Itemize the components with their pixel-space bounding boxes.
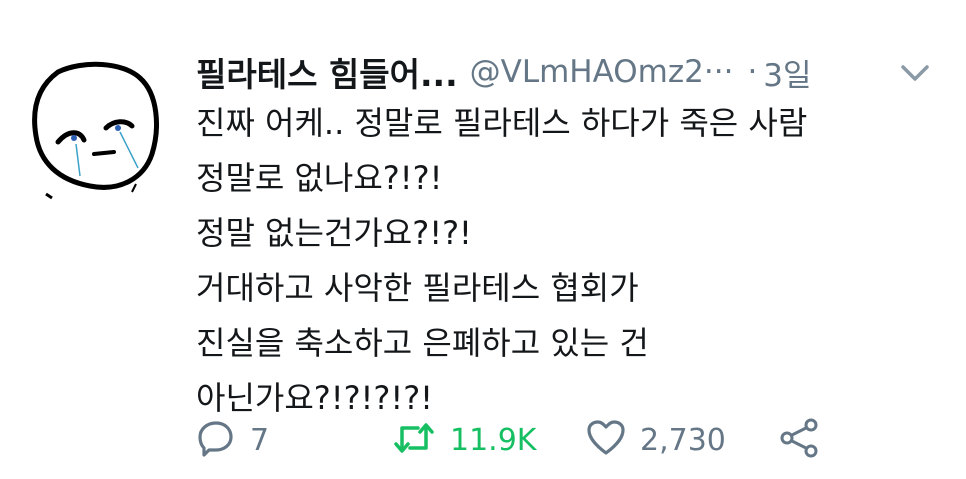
separator-dot: · xyxy=(747,54,758,90)
share-button[interactable] xyxy=(778,416,822,464)
chevron-down-icon[interactable] xyxy=(898,60,932,86)
tweet-actions: 7 11.9K 2,730 xyxy=(196,416,876,464)
tweet-header: 필라테스 힘들어... @VLmHAOmz2··· · 3일 xyxy=(196,50,812,94)
share-icon xyxy=(778,416,822,464)
reply-count: 7 xyxy=(250,422,270,458)
heart-icon xyxy=(586,418,626,462)
tweet-text: 진짜 어케.. 정말로 필라테스 하다가 죽은 사람 정말로 없나요?!?! 정… xyxy=(196,96,896,426)
tweet-text-line: 거대하고 사악한 필라테스 협회가 xyxy=(196,269,639,307)
retweet-button[interactable]: 11.9K xyxy=(392,416,536,464)
tweet-text-line: 정말로 없나요?!?! xyxy=(196,159,443,197)
avatar[interactable] xyxy=(28,58,163,203)
user-handle[interactable]: @VLmHAOmz2··· xyxy=(470,54,734,90)
retweet-count: 11.9K xyxy=(450,422,537,458)
display-name[interactable]: 필라테스 힘들어... xyxy=(196,48,458,96)
speech-bubble-icon xyxy=(196,418,236,462)
tweet-text-line: 정말 없는건가요?!?! xyxy=(196,214,472,252)
timestamp[interactable]: 3일 xyxy=(763,50,811,95)
like-count: 2,730 xyxy=(640,422,726,458)
reply-button[interactable]: 7 xyxy=(196,416,269,464)
retweet-arrows-icon xyxy=(392,418,436,462)
tweet-text-line: 진실을 축소하고 은폐하고 있는 건 xyxy=(196,324,649,362)
tweet-text-line: 진짜 어케.. 정말로 필라테스 하다가 죽은 사람 xyxy=(196,104,808,142)
tweet: 필라테스 힘들어... @VLmHAOmz2··· · 3일 진짜 어케.. 정… xyxy=(0,0,966,479)
like-button[interactable]: 2,730 xyxy=(586,416,726,464)
